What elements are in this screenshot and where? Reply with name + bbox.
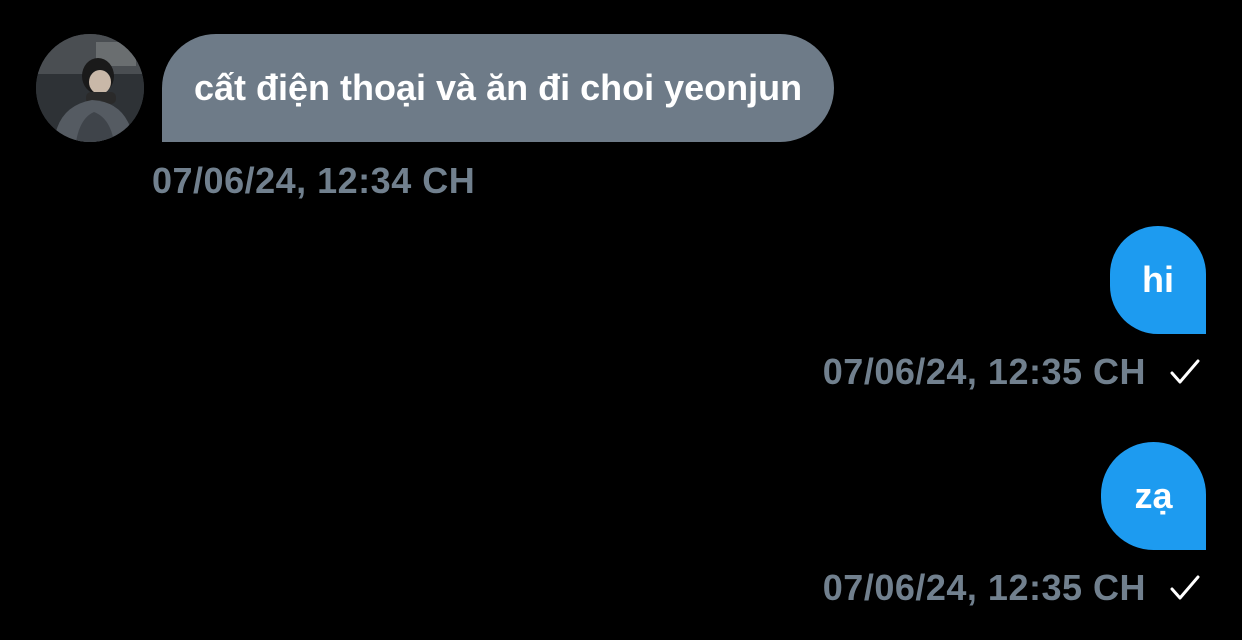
message-timestamp: 07/06/24, 12:34 CH xyxy=(152,160,476,201)
checkmark-icon xyxy=(1170,575,1200,600)
message-timestamp: 07/06/24, 12:35 CH xyxy=(822,567,1146,608)
incoming-message-bubble[interactable]: cất điện thoại và ăn đi choi yeonjun xyxy=(162,34,835,142)
message-status-row: 07/06/24, 12:35 CH xyxy=(823,570,1202,606)
avatar-photo xyxy=(36,34,144,142)
chat-conversation: cất điện thoại và ăn đi choi yeonjun 07/… xyxy=(0,0,1242,640)
message-status-row: 07/06/24, 12:35 CH xyxy=(823,354,1202,390)
message-text: hi xyxy=(1142,259,1174,300)
message-text: cất điện thoại và ăn đi choi yeonjun xyxy=(194,67,803,108)
message-timestamp: 07/06/24, 12:35 CH xyxy=(822,351,1146,392)
checkmark-icon xyxy=(1170,359,1200,384)
outgoing-message-bubble[interactable]: zạ xyxy=(1101,442,1206,550)
outgoing-message-bubble[interactable]: hi xyxy=(1110,226,1206,334)
avatar[interactable] xyxy=(36,34,144,142)
message-text: zạ xyxy=(1134,475,1173,516)
